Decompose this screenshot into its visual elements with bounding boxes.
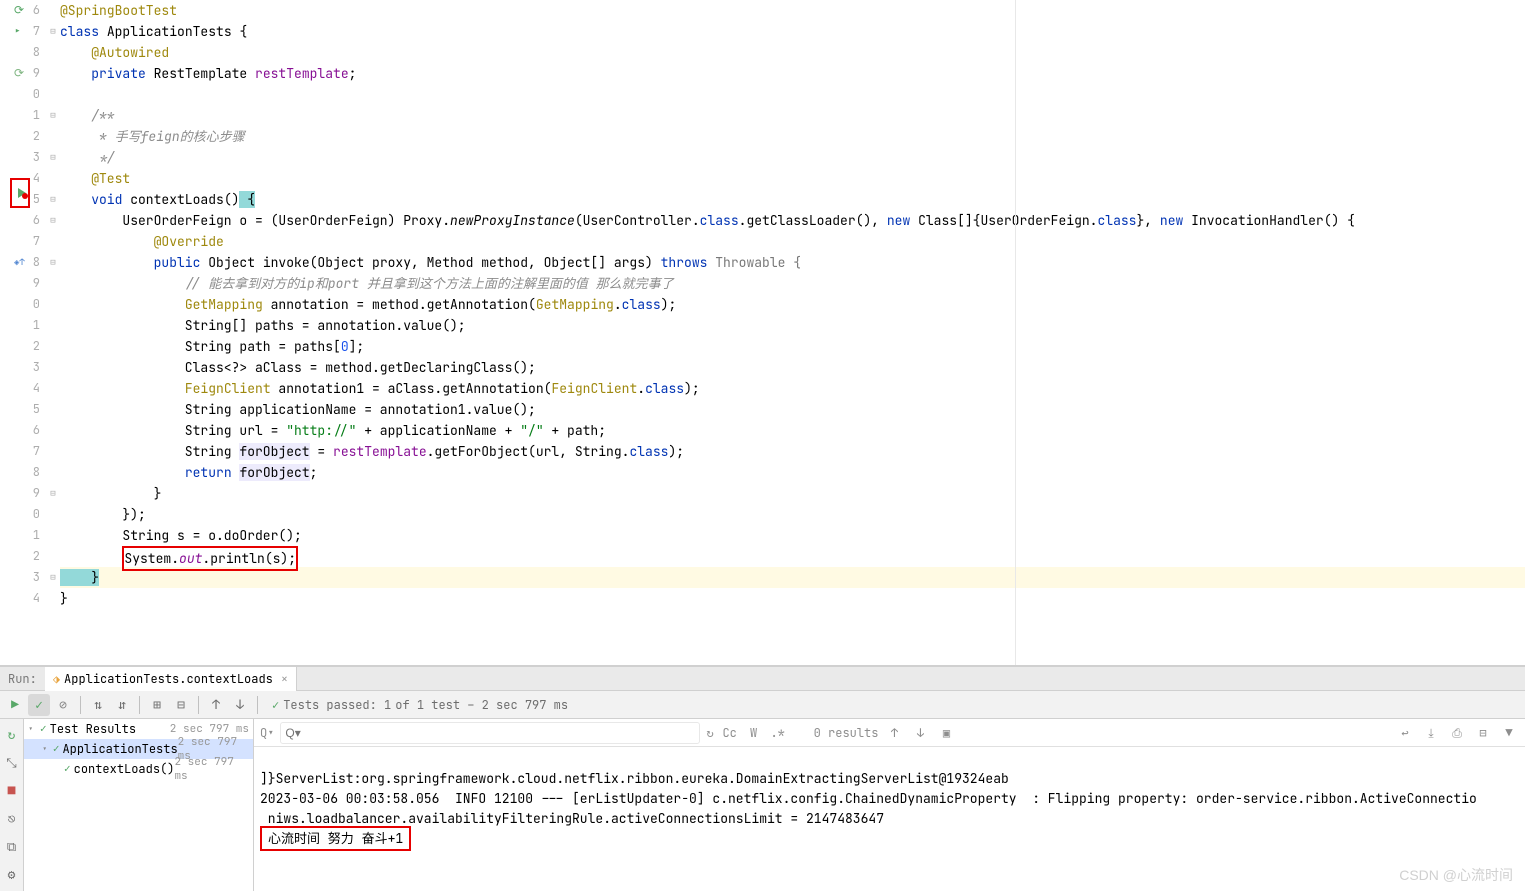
run-tab-name: ApplicationTests.contextLoads: [64, 671, 273, 687]
fold-column: ⊟ ⊟ ⊟ ⊟ ⊟ ⊟ ⊟ ⊟: [46, 0, 60, 665]
stop-button[interactable]: ■: [1, 779, 23, 801]
line-number: 3: [33, 569, 40, 585]
run-toolbar: ▶ ✓ ⊘ ⇅ ⇵ ⊞ ⊟ ↑ ↓ ✓ Tests passed: 1 of 1…: [0, 691, 1525, 719]
check-icon: ✓: [272, 697, 279, 713]
prev-match-icon[interactable]: ↑: [884, 723, 904, 743]
line-number: 3: [33, 359, 40, 375]
run-panel: Run: ⬗ ApplicationTests.contextLoads × ▶…: [0, 666, 1525, 891]
prev-button[interactable]: ↑: [205, 694, 227, 716]
test-tab-icon: ⬗: [53, 671, 60, 687]
line-number: 6: [33, 212, 40, 228]
check-icon: ✓: [53, 742, 60, 756]
check-icon: ✓: [64, 762, 71, 776]
line-number: 7: [33, 233, 40, 249]
pin-button[interactable]: ⎋: [1, 807, 23, 829]
case-toggle[interactable]: Cc: [720, 723, 740, 743]
check-icon: ✓: [40, 722, 47, 736]
print-icon[interactable]: ⎙: [1447, 723, 1467, 743]
line-number: 0: [33, 506, 40, 522]
expand-all-button[interactable]: ⊞: [146, 694, 168, 716]
line-number: 9: [33, 485, 40, 501]
gutter-highlight-box: [10, 178, 30, 208]
console-panel: Q▾ ↻ Cc W .* 0 results ↑ ↓ ▣ ↩ ⤓ ⎙: [254, 719, 1525, 891]
line-number: 0: [33, 86, 40, 102]
run-config-tab[interactable]: ⬗ ApplicationTests.contextLoads ×: [45, 667, 297, 691]
fold-toggle[interactable]: ⊟: [46, 105, 60, 126]
close-tab-icon[interactable]: ×: [281, 671, 288, 687]
chevron-down-icon[interactable]: ▾: [42, 743, 53, 755]
fold-toggle[interactable]: ⊟: [46, 483, 60, 504]
run-panel-label: Run:: [0, 671, 45, 687]
annotation: @SpringBootTest: [60, 2, 177, 19]
history-button[interactable]: ⧉: [1, 835, 23, 857]
collapse-all-button[interactable]: ⊟: [170, 694, 192, 716]
console-output[interactable]: ]}ServerList:org.springframework.cloud.n…: [254, 747, 1525, 891]
line-number: 3: [33, 149, 40, 165]
sort-button[interactable]: ⇅: [87, 694, 109, 716]
code-editor[interactable]: @SpringBootTest class ApplicationTests {…: [60, 0, 1525, 665]
clear-icon[interactable]: ⊟: [1473, 723, 1493, 743]
word-toggle[interactable]: W: [744, 723, 764, 743]
sort-alpha-button[interactable]: ⇵: [111, 694, 133, 716]
reset-search-icon[interactable]: ↻: [706, 725, 713, 741]
line-number: 6: [33, 2, 40, 18]
soft-wrap-icon[interactable]: ↩: [1395, 723, 1415, 743]
line-number: 4: [33, 380, 40, 396]
line-number: 7: [33, 443, 40, 459]
fold-toggle[interactable]: ⊟: [46, 147, 60, 168]
toggle-button[interactable]: ⤡: [1, 751, 23, 773]
line-number: 4: [33, 170, 40, 186]
fold-toggle[interactable]: ⊟: [46, 252, 60, 273]
line-number: 5: [33, 191, 40, 207]
line-number: 7: [33, 23, 40, 39]
console-search-bar: Q▾ ↻ Cc W .* 0 results ↑ ↓ ▣ ↩ ⤓ ⎙: [254, 719, 1525, 747]
console-search-input[interactable]: [280, 722, 700, 744]
search-icon: Q▾: [260, 725, 274, 741]
line-number: 2: [33, 338, 40, 354]
show-passed-button[interactable]: ✓: [28, 694, 50, 716]
show-ignored-button[interactable]: ⊘: [52, 694, 74, 716]
select-all-icon[interactable]: ▣: [936, 723, 956, 743]
line-number: 5: [33, 401, 40, 417]
tree-method-row[interactable]: ✓ contextLoads() 2 sec 797 ms: [24, 759, 253, 779]
line-number: 2: [33, 128, 40, 144]
fold-toggle[interactable]: ⊟: [46, 567, 60, 588]
line-number: 8: [33, 464, 40, 480]
side-toolbar: ↻ ⤡ ■ ⎋ ⧉ ⚙: [0, 719, 24, 891]
regex-toggle[interactable]: .*: [768, 723, 788, 743]
next-button[interactable]: ↓: [229, 694, 251, 716]
highlighted-print-line: System.System.out.println(s);: [122, 546, 298, 571]
line-gutter: 6⟳ 7▸ 8 9⟳ 0 1 2 3 4 5 6 7 8◈↑ 9 0 1 2 3…: [0, 0, 46, 665]
fold-toggle[interactable]: ⊟: [46, 21, 60, 42]
line-number: 0: [33, 296, 40, 312]
watermark: CSDN @心流时间: [1399, 865, 1513, 885]
scroll-to-end-icon[interactable]: ⤓: [1421, 723, 1441, 743]
line-number: 9: [33, 275, 40, 291]
line-number: 9: [33, 65, 40, 81]
test-tree[interactable]: ▾ ✓ Test Results 2 sec 797 ms ▾ ✓ Applic…: [24, 719, 254, 891]
highlighted-output: 心流时间 努力 奋斗+1: [260, 826, 411, 851]
line-number: 2: [33, 548, 40, 564]
line-number: 8: [33, 44, 40, 60]
fold-toggle[interactable]: ⊟: [46, 210, 60, 231]
line-number: 1: [33, 317, 40, 333]
next-match-icon[interactable]: ↓: [910, 723, 930, 743]
filter-icon[interactable]: ▼: [1499, 723, 1519, 743]
line-number: 1: [33, 107, 40, 123]
line-number: 1: [33, 527, 40, 543]
rerun-button[interactable]: ↻: [1, 723, 23, 745]
run-icon[interactable]: [16, 187, 28, 199]
test-status: ✓ Tests passed: 1 of 1 test – 2 sec 797 …: [272, 697, 568, 713]
search-results-count: 0 results: [814, 725, 879, 741]
chevron-down-icon[interactable]: ▾: [28, 723, 40, 735]
fold-toggle[interactable]: ⊟: [46, 189, 60, 210]
line-number: 6: [33, 422, 40, 438]
run-button[interactable]: ▶: [4, 694, 26, 716]
settings-button[interactable]: ⚙: [1, 863, 23, 885]
line-number: 4: [33, 590, 40, 606]
line-number: 8: [33, 254, 40, 270]
